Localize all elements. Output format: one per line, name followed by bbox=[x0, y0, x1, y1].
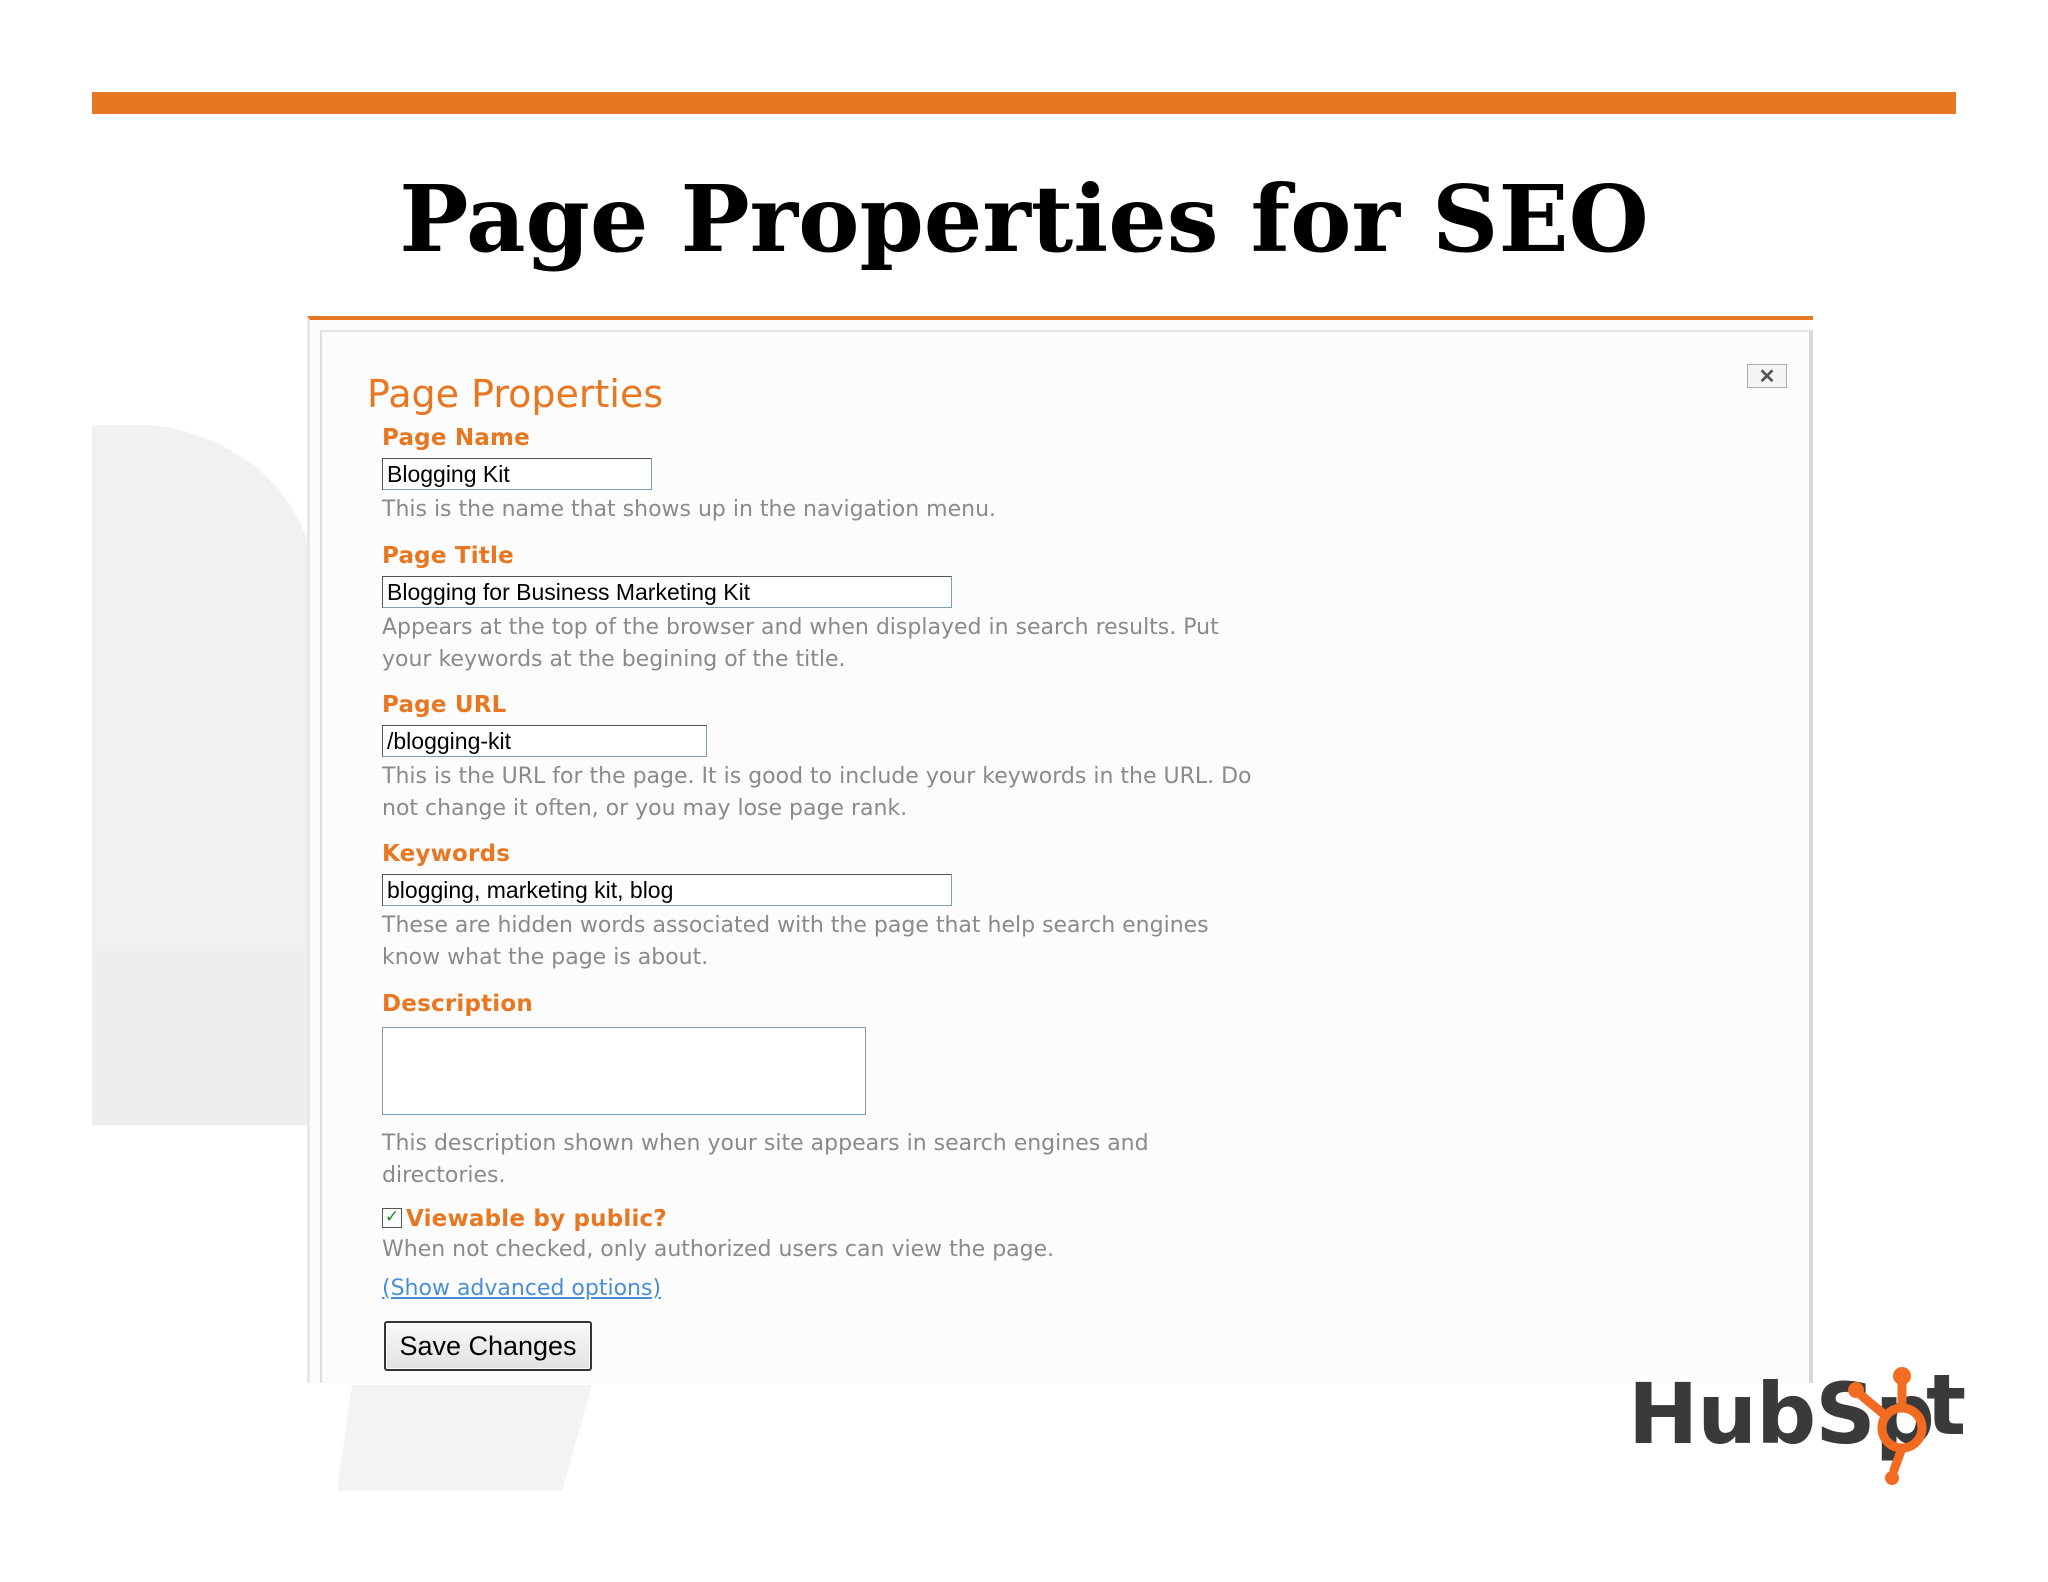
keywords-help-line1: These are hidden words associated with t… bbox=[382, 913, 1209, 938]
viewable-checkbox[interactable]: ✓ bbox=[382, 1208, 402, 1228]
viewable-help: When not checked, only authorized users … bbox=[382, 1237, 1055, 1262]
keywords-help-line2: know what the page is about. bbox=[382, 945, 709, 970]
description-label: Description bbox=[382, 991, 533, 1017]
keywords-input[interactable]: blogging, marketing kit, blog bbox=[382, 874, 952, 906]
page-url-label: Page URL bbox=[382, 692, 507, 718]
description-textarea[interactable] bbox=[382, 1027, 866, 1115]
page-title-label: Page Title bbox=[382, 543, 514, 569]
page-title-help-line2: your keywords at the begining of the tit… bbox=[382, 647, 846, 672]
description-help-line2: directories. bbox=[382, 1163, 506, 1188]
show-advanced-options-link[interactable]: (Show advanced options) bbox=[382, 1276, 661, 1301]
top-accent-bar bbox=[92, 92, 1956, 114]
page-title-help-line1: Appears at the top of the browser and wh… bbox=[382, 615, 1219, 640]
page-name-help: This is the name that shows up in the na… bbox=[382, 497, 997, 522]
page-name-label: Page Name bbox=[382, 425, 530, 451]
hubspot-sprocket-icon: t bbox=[1848, 1358, 1966, 1485]
dialog-title: Page Properties bbox=[367, 372, 664, 416]
description-help-line1: This description shown when your site ap… bbox=[382, 1131, 1149, 1156]
slide-title: Page Properties for SEO bbox=[399, 165, 1649, 273]
page-name-input[interactable]: Blogging Kit bbox=[382, 458, 652, 490]
page-url-help-line1: This is the URL for the page. It is good… bbox=[382, 764, 1252, 789]
viewable-label[interactable]: Viewable by public? bbox=[406, 1206, 667, 1232]
page-url-help-line2: not change it often, or you may lose pag… bbox=[382, 796, 908, 821]
close-icon[interactable]: ✕ bbox=[1747, 364, 1787, 388]
keywords-label: Keywords bbox=[382, 841, 511, 867]
save-changes-button[interactable]: Save Changes bbox=[384, 1321, 592, 1371]
page-properties-dialog: Page Properties ✕ Page Name Blogging Kit… bbox=[307, 316, 1813, 1383]
logo-text-right: t bbox=[1926, 1358, 1966, 1454]
page-url-input[interactable]: /blogging-kit bbox=[382, 725, 707, 757]
dialog-body: Page Properties ✕ Page Name Blogging Kit… bbox=[320, 330, 1813, 1383]
page-title-input[interactable]: Blogging for Business Marketing Kit bbox=[382, 576, 952, 608]
